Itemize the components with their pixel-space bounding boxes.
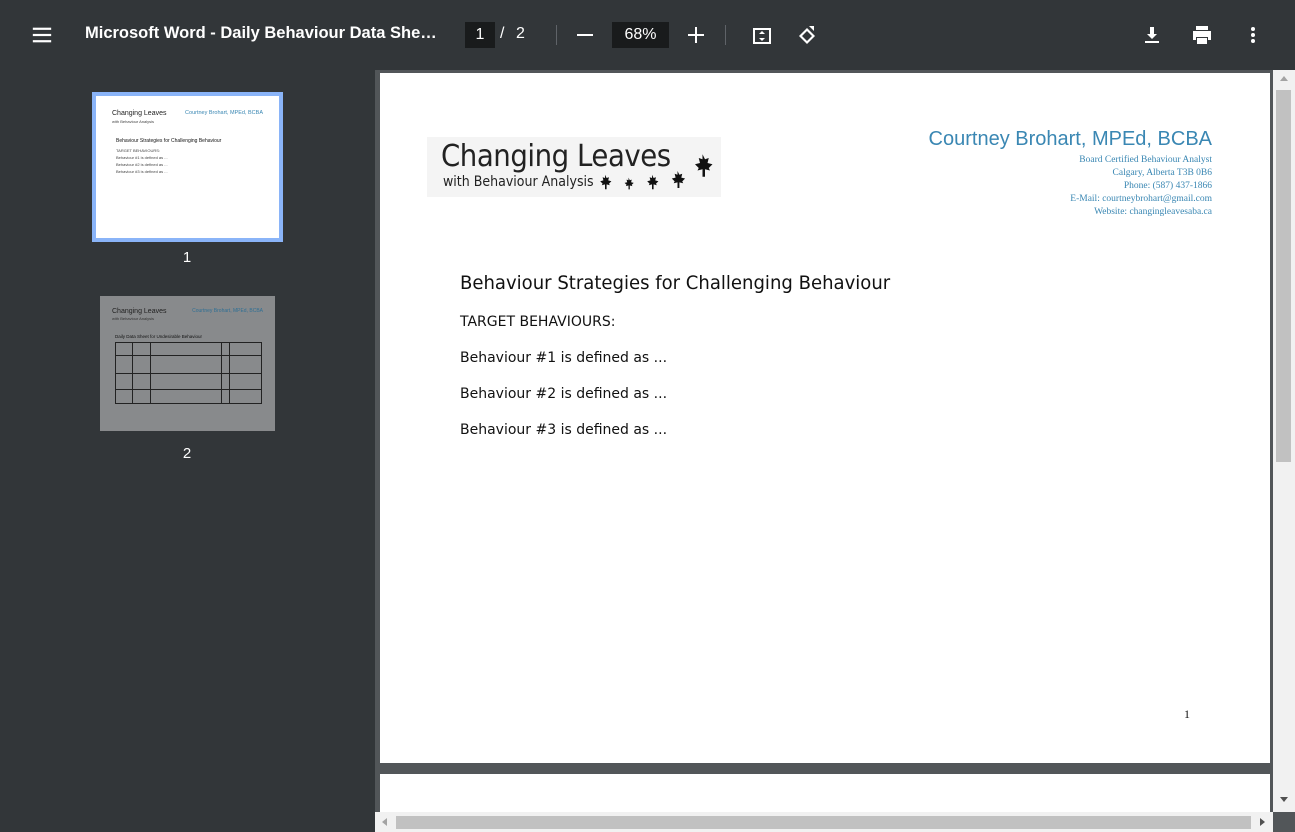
behaviour-line: Behaviour #3 is defined as ... <box>460 422 668 438</box>
scroll-up-icon[interactable] <box>1280 76 1288 81</box>
maple-leaf-icon <box>690 153 715 183</box>
total-pages: 2 <box>516 25 525 42</box>
maple-leaf-icon <box>597 174 613 195</box>
more-vert-icon <box>1251 27 1255 43</box>
thumb-table <box>115 342 262 404</box>
thumb-heading: Behaviour Strategies for Challenging Beh… <box>116 138 222 144</box>
author-email: E-Mail: courtneybrohart@gmail.com <box>1070 194 1212 204</box>
author-credential: Board Certified Behaviour Analyst <box>1079 155 1212 165</box>
menu-button[interactable] <box>26 19 58 51</box>
vertical-scroll-thumb[interactable] <box>1276 90 1291 462</box>
toolbar-divider <box>725 25 726 45</box>
page-thumbnail-2[interactable]: Changing Leaves with Behaviour Analysis … <box>100 296 275 431</box>
page-thumbnail-1[interactable]: Changing Leaves with Behaviour Analysis … <box>92 92 283 242</box>
scroll-down-icon[interactable] <box>1280 797 1288 802</box>
pdf-page-1: Changing Leaves with Behaviour Analysis … <box>380 73 1270 763</box>
toolbar-divider <box>556 25 557 45</box>
thumb-logo: Changing Leaves <box>112 308 167 315</box>
page-number: 1 <box>1184 707 1190 721</box>
more-options-button[interactable] <box>1240 22 1266 48</box>
scroll-left-icon[interactable] <box>382 818 387 826</box>
download-icon <box>1145 27 1159 43</box>
thumb-heading: Daily Data Sheet for Undesirable Behavio… <box>115 334 203 339</box>
target-behaviours-label: TARGET BEHAVIOURS: <box>460 314 616 330</box>
author-phone: Phone: (587) 437-1866 <box>1123 181 1212 191</box>
print-icon <box>1193 26 1211 44</box>
fit-to-page-button[interactable] <box>748 22 776 50</box>
pdf-toolbar: Microsoft Word - Daily Behaviour Data Sh… <box>0 0 1295 70</box>
document-title: Microsoft Word - Daily Behaviour Data Sh… <box>85 24 445 42</box>
fit-page-icon <box>753 28 771 44</box>
thumb-name: Courtney Brohart, MPEd, BCBA <box>192 308 263 314</box>
horizontal-scrollbar[interactable] <box>375 812 1273 832</box>
thumb-logo-sub: with Behaviour Analysis <box>112 119 155 124</box>
behaviour-line: Behaviour #2 is defined as ... <box>460 386 668 402</box>
plus-icon <box>688 27 704 43</box>
thumb-line: TARGET BEHAVIOURS: <box>116 148 161 153</box>
page-separator: / <box>500 25 505 42</box>
thumb-line: Behaviour #2 is defined as ... <box>116 162 168 167</box>
document-heading: Behaviour Strategies for Challenging Beh… <box>460 272 891 294</box>
company-logo: Changing Leaves with Behaviour Analysis <box>427 137 721 197</box>
zoom-in-button[interactable] <box>683 22 709 48</box>
author-name: Courtney Brohart, MPEd, BCBA <box>928 128 1212 150</box>
rotate-icon <box>799 26 815 44</box>
thumb-line: Behaviour #1 is defined as ... <box>116 155 168 160</box>
menu-icon <box>32 27 52 43</box>
author-website: Website: changingleavesaba.ca <box>1094 207 1212 217</box>
document-viewer[interactable]: Changing Leaves with Behaviour Analysis … <box>375 70 1295 832</box>
rotate-button[interactable] <box>793 22 821 50</box>
maple-leaf-icon <box>644 174 660 195</box>
thumb-line: Behaviour #3 is defined as ... <box>116 169 168 174</box>
zoom-out-button[interactable] <box>572 22 598 48</box>
maple-leaf-icon <box>622 177 635 195</box>
author-location: Calgary, Alberta T3B 0B6 <box>1112 168 1212 178</box>
thumb-logo-sub: with Behaviour Analysis <box>112 316 155 321</box>
page-number-input[interactable]: 1 <box>465 22 495 48</box>
horizontal-scroll-thumb[interactable] <box>396 816 1251 829</box>
minus-icon <box>577 34 593 36</box>
logo-subtitle: with Behaviour Analysis <box>443 174 594 190</box>
scroll-right-icon[interactable] <box>1260 818 1265 826</box>
thumbnail-label-1: 1 <box>182 249 192 266</box>
vertical-scrollbar[interactable] <box>1273 70 1295 812</box>
maple-leaf-icon <box>668 170 687 194</box>
thumbnail-label-2: 2 <box>182 445 192 462</box>
print-button[interactable] <box>1189 22 1215 48</box>
zoom-level-input[interactable]: 68% <box>612 22 669 48</box>
thumb-name: Courtney Brohart, MPEd, BCBA <box>185 110 263 116</box>
thumb-logo: Changing Leaves <box>112 110 167 117</box>
thumbnail-sidebar: Changing Leaves with Behaviour Analysis … <box>0 70 375 832</box>
behaviour-line: Behaviour #1 is defined as ... <box>460 350 668 366</box>
logo-title: Changing Leaves <box>441 139 671 174</box>
download-button[interactable] <box>1139 22 1165 48</box>
